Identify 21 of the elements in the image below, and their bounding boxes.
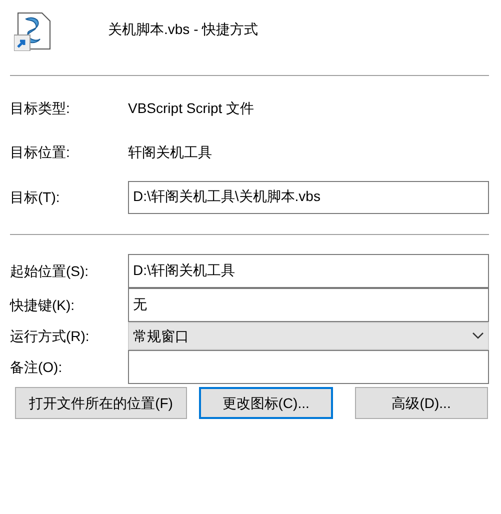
input-field[interactable]: 无 bbox=[128, 288, 489, 322]
input-field[interactable]: D:\轩阁关机工具\关机脚本.vbs bbox=[128, 180, 489, 214]
field-value: VBScript Script 文件 bbox=[128, 99, 254, 118]
input-field[interactable]: D:\轩阁关机工具 bbox=[128, 254, 489, 288]
chevron-down-icon bbox=[472, 332, 484, 340]
dropdown-value: 常规窗口 bbox=[133, 326, 189, 346]
dialog-button[interactable]: 更改图标(C)... bbox=[199, 387, 333, 419]
script-shortcut-icon bbox=[14, 10, 52, 50]
field-value: 轩阁关机工具 bbox=[128, 143, 212, 162]
field-label: 备注(O): bbox=[10, 358, 64, 377]
dialog-button[interactable]: 打开文件所在的位置(F) bbox=[15, 387, 188, 419]
dialog-button[interactable]: 高级(D)... bbox=[354, 387, 488, 419]
field-label: 目标位置: bbox=[10, 143, 71, 162]
field-label: 运行方式(R): bbox=[10, 326, 90, 346]
field-label: 快捷键(K): bbox=[10, 296, 76, 315]
field-label: 目标类型: bbox=[10, 99, 71, 118]
field-label: 起始位置(S): bbox=[10, 262, 90, 281]
dropdown[interactable]: 常规窗口 bbox=[128, 322, 489, 350]
shortcut-title: 关机脚本.vbs - 快捷方式 bbox=[108, 20, 258, 39]
field-label: 目标(T): bbox=[10, 188, 61, 207]
input-field[interactable] bbox=[128, 350, 489, 384]
